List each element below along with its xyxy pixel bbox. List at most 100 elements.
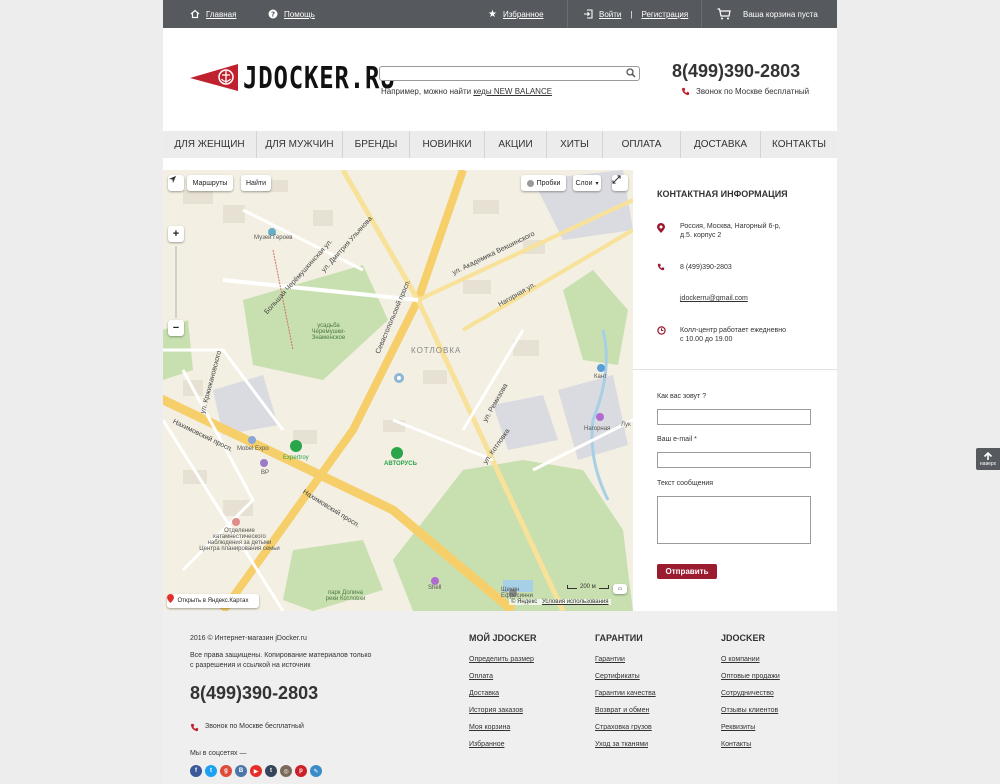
nav-item-new[interactable]: Новинки bbox=[410, 131, 485, 158]
footer-rights-line1: Все права защищены. Копирование материал… bbox=[190, 652, 372, 659]
google-plus-icon[interactable]: g bbox=[220, 765, 232, 777]
submit-button[interactable]: Отправить bbox=[657, 564, 717, 579]
footer-col2-title: Гарантии bbox=[595, 633, 643, 643]
login-group: Войти | Регистрация bbox=[583, 0, 688, 28]
footer-link-payment[interactable]: Оплата bbox=[469, 673, 493, 680]
scroll-to-top-button[interactable]: наверх bbox=[976, 448, 1000, 470]
traffic-icon bbox=[526, 179, 534, 187]
livejournal-icon[interactable]: ✎ bbox=[310, 765, 322, 777]
map-pin-icon bbox=[167, 594, 174, 603]
ruler-icon[interactable]: ▭ bbox=[613, 584, 627, 594]
topbar-divider bbox=[567, 0, 568, 28]
nav-item-contacts[interactable]: Контакты bbox=[761, 131, 837, 158]
contact-email-link[interactable]: jdockerru@gmail.com bbox=[680, 295, 748, 302]
register-link[interactable]: Регистрация bbox=[641, 10, 688, 19]
footer-link-reviews[interactable]: Отзывы клиентов bbox=[721, 707, 778, 714]
facebook-icon[interactable]: f bbox=[190, 765, 202, 777]
favorites-link[interactable]: ★ Избранное bbox=[488, 0, 544, 28]
fullscreen-icon bbox=[612, 175, 621, 184]
contact-divider bbox=[633, 369, 837, 370]
top-bar: Главная ? Помощь ★ Избранное Войти | Рег… bbox=[163, 0, 837, 28]
zoom-out-button[interactable]: − bbox=[168, 320, 184, 336]
nav-item-hits[interactable]: Хиты bbox=[547, 131, 603, 158]
map-copyright: © Яндекс Условия использования bbox=[509, 599, 611, 605]
footer-phone[interactable]: 8(499)390-2803 bbox=[190, 683, 318, 704]
map-find-button[interactable]: Найти bbox=[241, 175, 271, 191]
contact-email[interactable]: jdockerru@gmail.com bbox=[680, 294, 810, 303]
footer-link-cooperation[interactable]: Сотрудничество bbox=[721, 690, 774, 697]
yandex-map[interactable]: Музей Героев усадьба Черемушки-Знаменско… bbox=[163, 170, 633, 611]
contact-hours: Колл-центр работает ежедневно с 10.00 до… bbox=[680, 326, 810, 344]
email-input[interactable] bbox=[657, 452, 811, 468]
footer-link-size[interactable]: Определить размер bbox=[469, 656, 534, 663]
footer-rights-line2: с разрешения и ссылкой на источник bbox=[190, 662, 311, 669]
search-box[interactable] bbox=[379, 66, 640, 81]
map-scale: 200 м bbox=[567, 584, 609, 590]
footer-link-care[interactable]: Уход за тканями bbox=[595, 741, 648, 748]
home-link-label[interactable]: Главная bbox=[206, 10, 236, 19]
nav-item-delivery[interactable]: Доставка bbox=[681, 131, 761, 158]
search-icon[interactable] bbox=[626, 68, 636, 78]
footer-link-wholesale[interactable]: Оптовые продажи bbox=[721, 673, 780, 680]
name-label: Как вас зовут ? bbox=[657, 393, 707, 400]
favorites-link-label[interactable]: Избранное bbox=[503, 10, 544, 19]
map-layers-button[interactable]: Слои ▾ bbox=[573, 175, 601, 191]
map-traffic-button[interactable]: Пробки bbox=[521, 175, 566, 191]
main-nav: Для женщин Для мужчин Бренды Новинки Акц… bbox=[163, 131, 837, 158]
nav-item-men[interactable]: Для мужчин bbox=[257, 131, 343, 158]
star-icon: ★ bbox=[488, 8, 497, 20]
footer-col3-title: JDocker bbox=[721, 633, 766, 643]
name-input[interactable] bbox=[657, 409, 811, 425]
login-link[interactable]: Войти bbox=[599, 10, 621, 19]
search-input[interactable] bbox=[384, 67, 624, 80]
footer-link-my-cart[interactable]: Моя корзина bbox=[469, 724, 510, 731]
pinterest-icon[interactable]: p bbox=[295, 765, 307, 777]
help-link-label[interactable]: Помощь bbox=[284, 10, 315, 19]
map-traffic-label: Пробки bbox=[536, 179, 561, 187]
search-hint-text: Например, можно найти bbox=[381, 87, 474, 96]
youtube-icon[interactable]: ▶ bbox=[250, 765, 262, 777]
search-hint-link[interactable]: кеды NEW BALANCE bbox=[473, 87, 552, 96]
logo-flag-icon[interactable] bbox=[190, 62, 240, 92]
contact-phone[interactable]: 8 (499)390-2803 bbox=[680, 263, 810, 272]
vk-icon[interactable]: B bbox=[235, 765, 247, 777]
footer-link-quality[interactable]: Гарантии качества bbox=[595, 690, 656, 697]
footer-link-favorites[interactable]: Избранное bbox=[469, 741, 504, 748]
map-label-efrosinni: Щекин Ефросинни bbox=[501, 587, 533, 599]
zoom-in-button[interactable]: + bbox=[168, 226, 184, 242]
map-label-park: усадьба Черемушки-Знаменское bbox=[311, 323, 346, 341]
twitter-icon[interactable]: t bbox=[205, 765, 217, 777]
header-phone[interactable]: 8(499)390-2803 bbox=[672, 61, 800, 82]
cart-link[interactable]: Ваша корзина пуста bbox=[717, 0, 818, 28]
zoom-slider[interactable] bbox=[175, 246, 177, 318]
message-textarea[interactable] bbox=[657, 496, 811, 544]
nav-item-women[interactable]: Для женщин bbox=[163, 131, 257, 158]
footer-link-certificates[interactable]: Сертификаты bbox=[595, 673, 640, 680]
nav-item-brands[interactable]: Бренды bbox=[343, 131, 410, 158]
logo-text[interactable]: JDOCKER.RU bbox=[243, 62, 396, 96]
footer-link-returns[interactable]: Возврат и обмен bbox=[595, 707, 649, 714]
map-label-nagornaya: Нагорная bbox=[584, 426, 611, 432]
footer-link-delivery[interactable]: Доставка bbox=[469, 690, 499, 697]
home-link[interactable]: Главная bbox=[190, 0, 236, 28]
map-routes-button[interactable]: Маршруты bbox=[187, 175, 233, 191]
email-label: Ваш e-mail * bbox=[657, 436, 697, 443]
nav-item-payment[interactable]: Оплата bbox=[603, 131, 681, 158]
map-terms-link[interactable]: Условия использования bbox=[542, 599, 609, 605]
instagram-icon[interactable]: ◎ bbox=[280, 765, 292, 777]
search-hint: Например, можно найти кеды NEW BALANCE bbox=[381, 87, 552, 96]
footer-link-insurance[interactable]: Страховка грузов bbox=[595, 724, 652, 731]
open-in-yandex-maps-button[interactable]: Открыть в Яндекс.Картах bbox=[167, 594, 259, 608]
fullscreen-button[interactable] bbox=[612, 175, 628, 191]
tumblr-icon[interactable]: t bbox=[265, 765, 277, 777]
footer-link-contacts[interactable]: Контакты bbox=[721, 741, 751, 748]
nav-item-sales[interactable]: Акции bbox=[485, 131, 547, 158]
map-label-luk: Лук bbox=[621, 422, 631, 428]
footer-link-order-history[interactable]: История заказов bbox=[469, 707, 523, 714]
map-label-kant: Кант bbox=[594, 374, 607, 380]
geolocation-button[interactable] bbox=[168, 175, 184, 191]
help-link[interactable]: ? Помощь bbox=[268, 0, 315, 28]
footer-link-requisites[interactable]: Реквизиты bbox=[721, 724, 755, 731]
footer-link-about[interactable]: О компании bbox=[721, 656, 760, 663]
footer-link-guarantees[interactable]: Гарантии bbox=[595, 656, 625, 663]
